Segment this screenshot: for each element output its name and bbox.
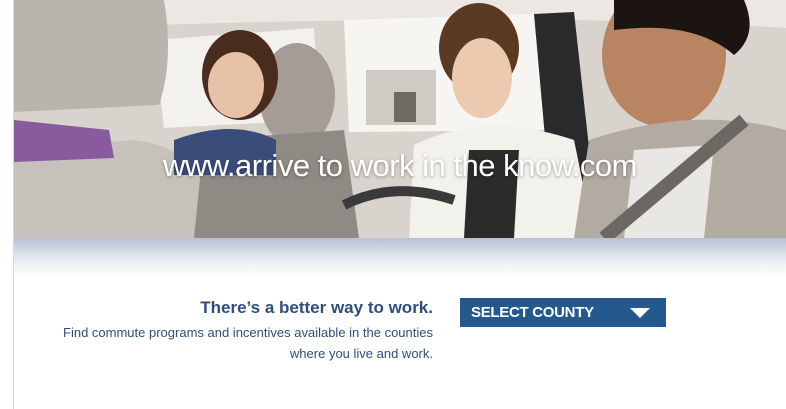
hero-tagline: www.arrive to work in the know.com bbox=[162, 148, 638, 183]
select-county-label: SELECT COUNTY bbox=[471, 304, 594, 321]
hero-shadow-band bbox=[14, 238, 786, 278]
page: www.arrive to work in the know.com There… bbox=[0, 0, 786, 409]
hero-photo bbox=[14, 0, 786, 238]
triangle-down-icon bbox=[630, 308, 650, 318]
select-county-dropdown[interactable]: SELECT COUNTY bbox=[460, 298, 666, 327]
hero-banner: www.arrive to work in the know.com bbox=[14, 0, 786, 238]
cta-headline: There’s a better way to work. bbox=[200, 298, 433, 317]
cta-description: Find commute programs and incentives ava… bbox=[63, 325, 433, 361]
